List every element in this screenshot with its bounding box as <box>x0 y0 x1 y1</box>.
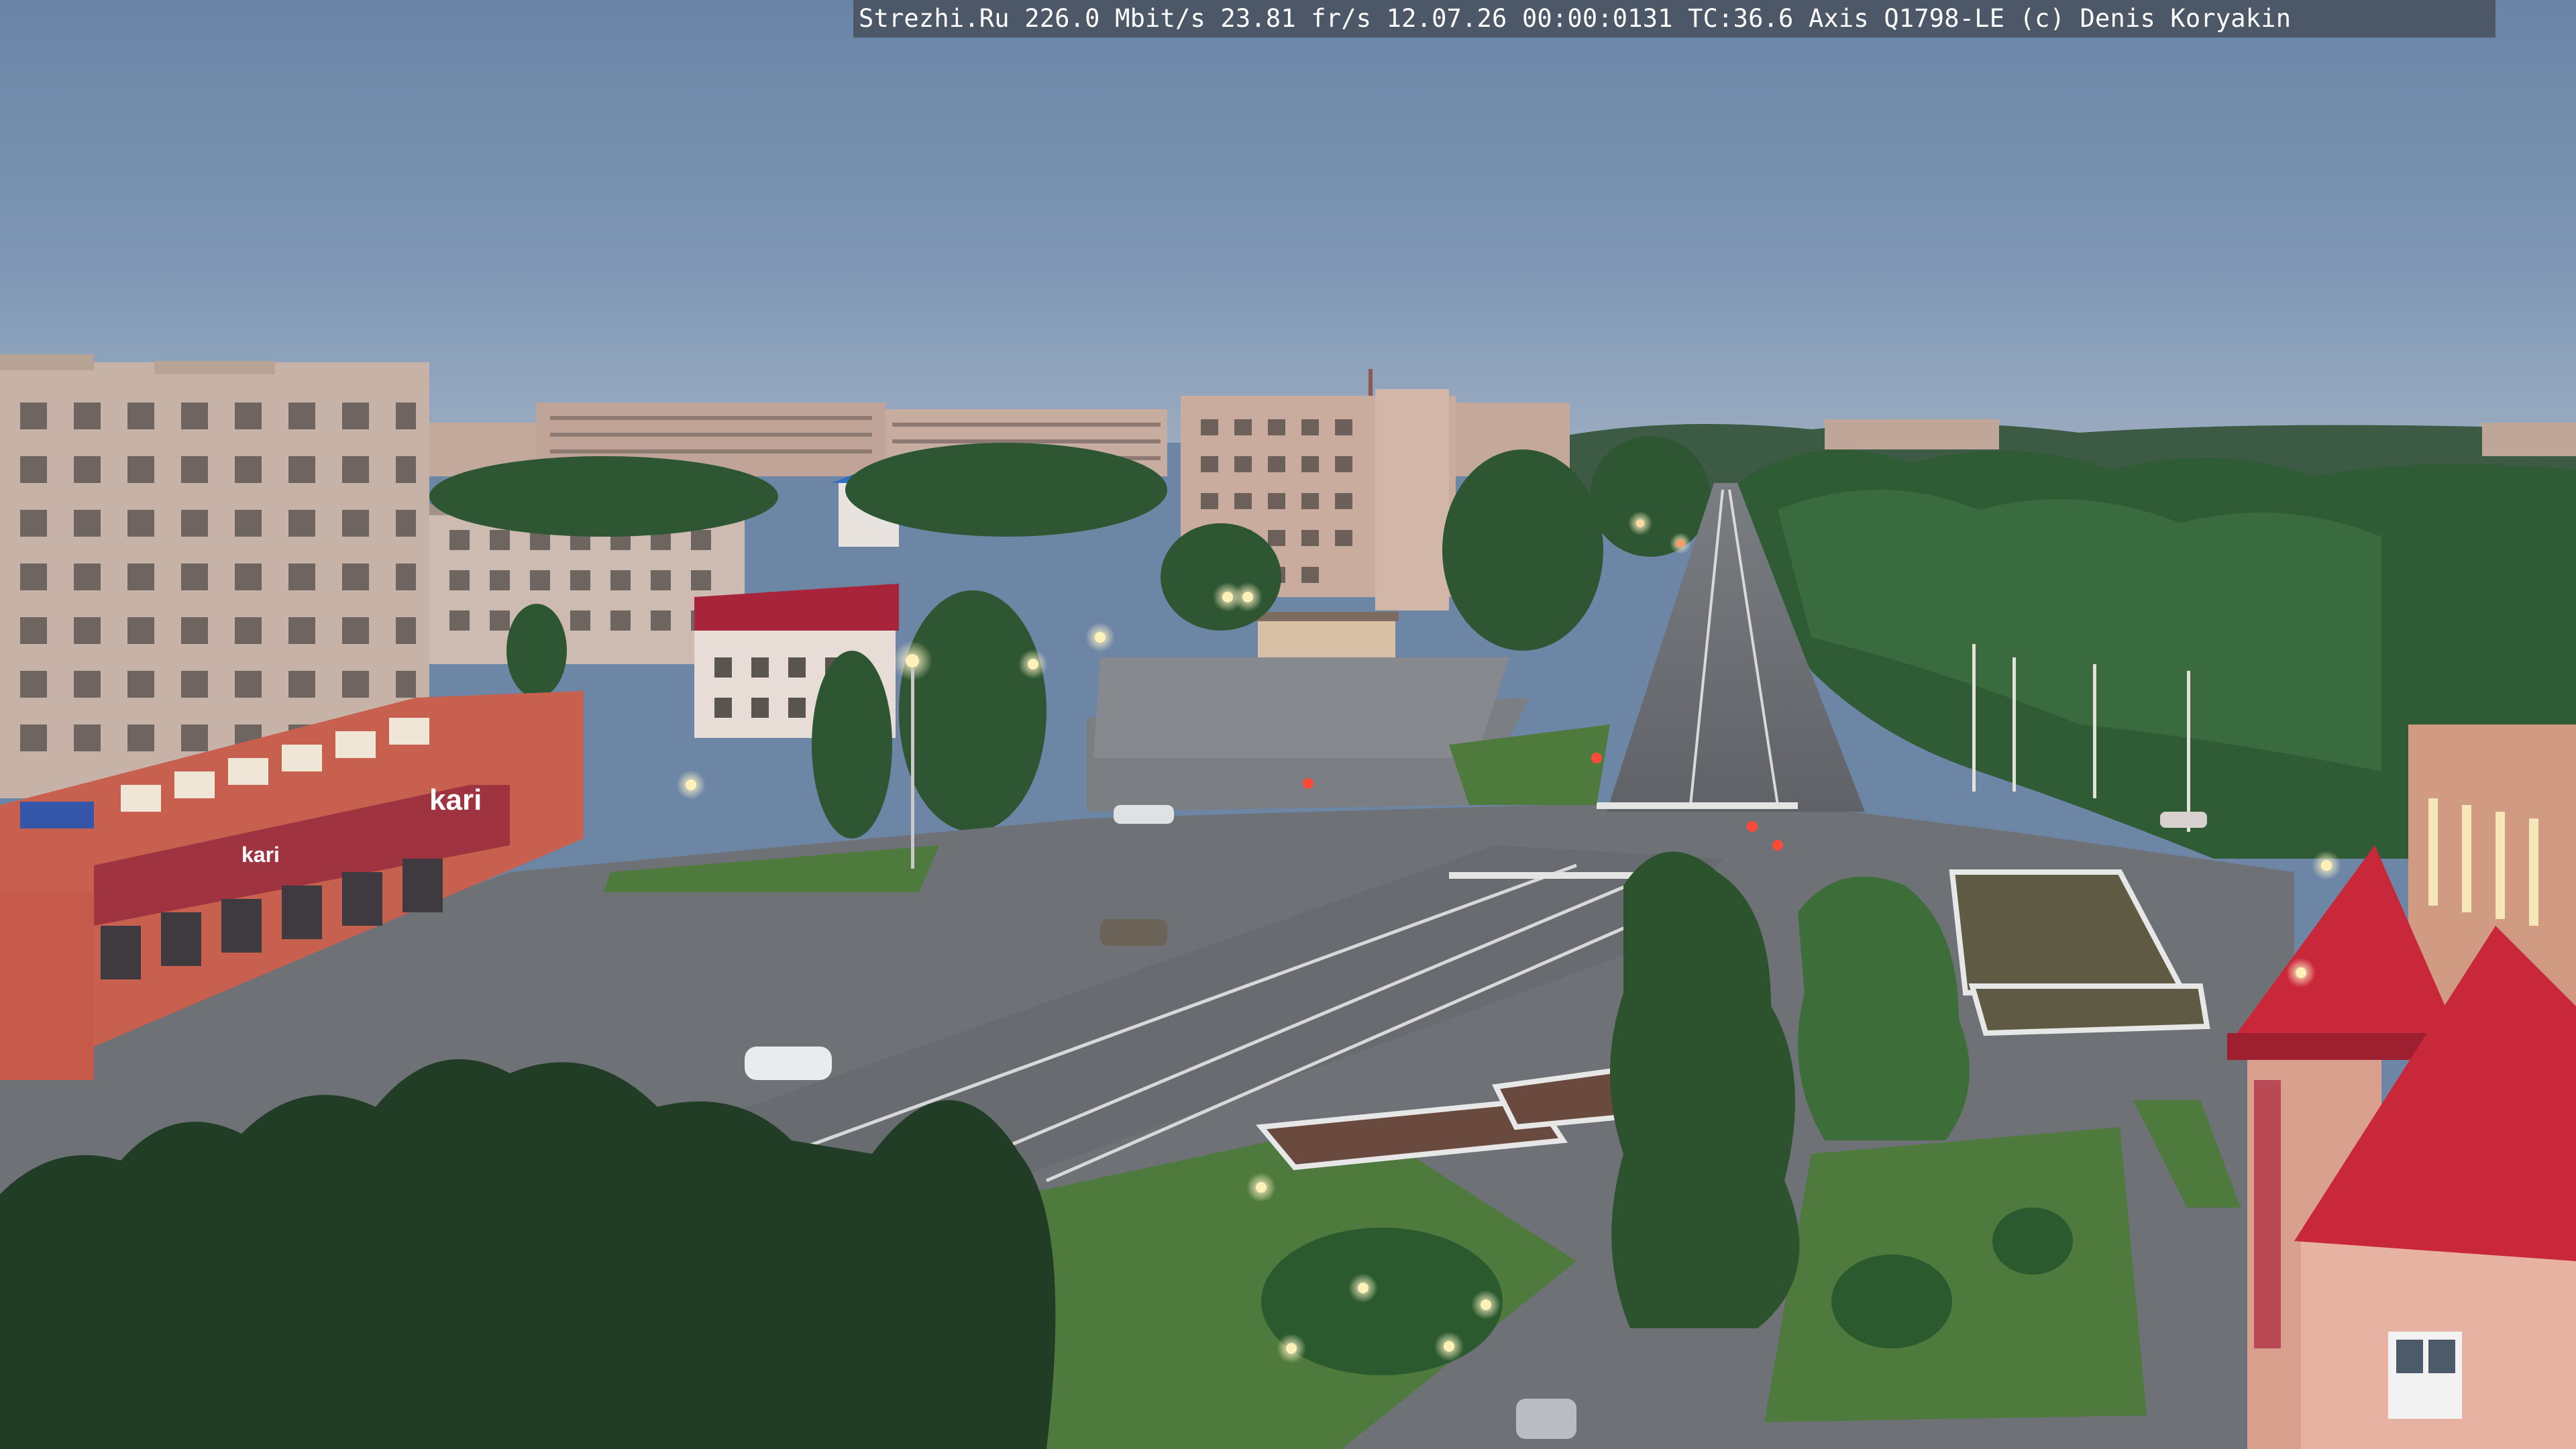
upper-square <box>1093 657 1509 758</box>
camera-info-overlay: Strezhi.Ru 226.0 Mbit/s 23.81 fr/s 12.07… <box>853 0 2496 38</box>
store-sign-kari-small: kari <box>241 843 280 867</box>
city-street-scene: kari kari <box>0 0 2576 1449</box>
store-sign-kari: kari <box>429 784 482 816</box>
